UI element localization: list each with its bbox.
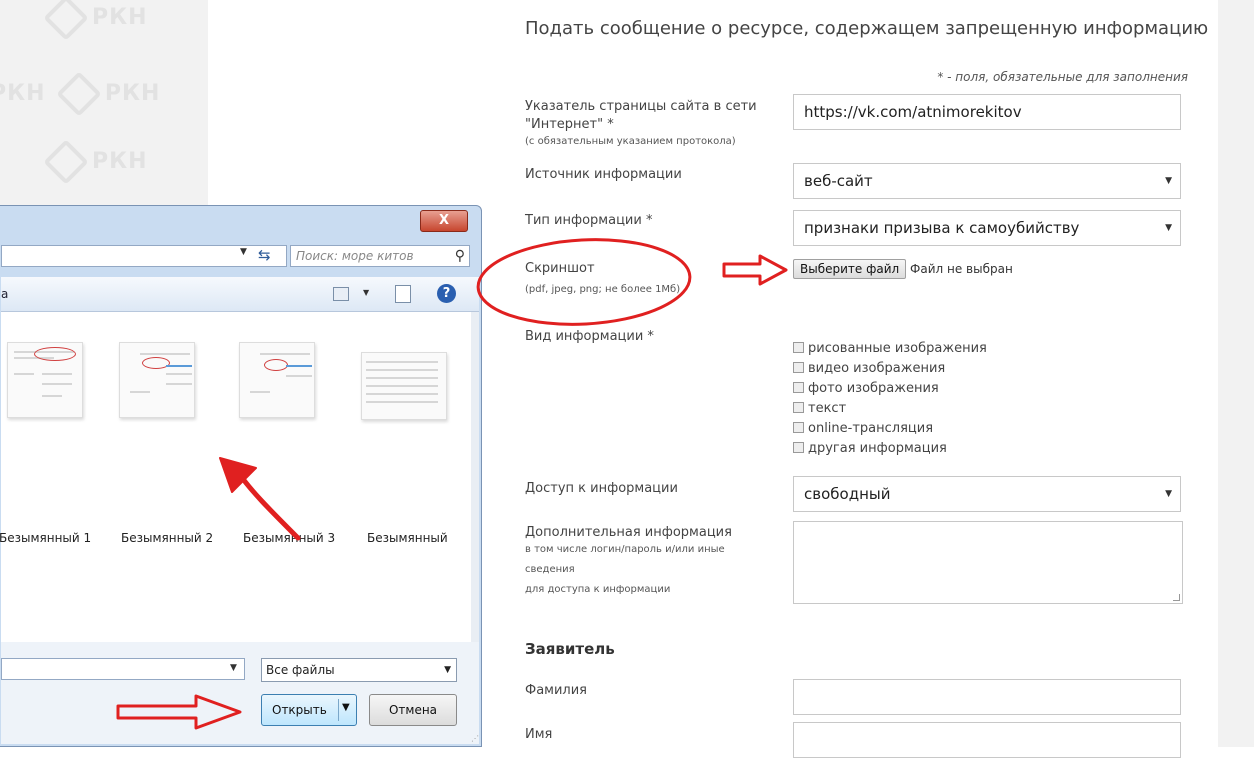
choose-file-button[interactable]: Выберите файл	[793, 259, 907, 279]
resize-grip-icon[interactable]: ⋰	[471, 734, 479, 743]
chevron-down-icon[interactable]: ▼	[363, 288, 369, 297]
watermark-text: РКН РКН	[0, 71, 160, 117]
screenshot-label: Скриншот (pdf, jpeg, png; не более 1Мб)	[525, 261, 681, 295]
watermark-text: РКН	[43, 139, 148, 185]
file-name[interactable]: Безымянный	[367, 531, 448, 545]
kind-option[interactable]: рисованные изображения	[793, 339, 987, 359]
page-title: Подать сообщение о ресурсе, содержащем з…	[525, 18, 1209, 39]
file-status: Файл не выбран	[910, 262, 1013, 276]
firstname-input[interactable]	[793, 722, 1181, 758]
checkbox-icon[interactable]	[793, 342, 804, 353]
url-input[interactable]: https://vk.com/atnimorekitov	[793, 94, 1181, 130]
watermark-right	[1218, 0, 1254, 747]
source-label: Источник информации	[525, 167, 682, 182]
type-select[interactable]: признаки призыва к самоубийству	[793, 210, 1181, 246]
close-button[interactable]: X	[420, 210, 468, 232]
refresh-icon[interactable]: ⇆	[258, 246, 271, 264]
applicant-heading: Заявитель	[525, 640, 615, 658]
source-select[interactable]: веб-сайт	[793, 163, 1181, 199]
file-name[interactable]: Безымянный 3	[243, 531, 335, 545]
required-note: * - поля, обязательные для заполнения	[937, 70, 1188, 84]
watermark-text: РКН	[43, 0, 148, 41]
rkn-logo-icon	[43, 139, 89, 185]
kind-option[interactable]: видео изображения	[793, 359, 987, 379]
checkbox-icon[interactable]	[793, 442, 804, 453]
access-select[interactable]: свободный	[793, 476, 1181, 512]
access-label: Доступ к информации	[525, 481, 678, 496]
preview-pane-icon[interactable]	[395, 285, 411, 303]
kind-checkboxes: рисованные изображения видео изображения…	[793, 339, 987, 459]
file-thumbnail[interactable]	[119, 342, 195, 418]
file-name[interactable]: Безымянный 2	[121, 531, 213, 545]
lastname-input[interactable]	[793, 679, 1181, 715]
filename-input[interactable]	[1, 658, 245, 680]
extra-textarea[interactable]	[793, 521, 1183, 604]
dialog-toolbar: а ▼ ?	[1, 277, 479, 312]
annotation-arrow-right	[722, 254, 788, 286]
kind-option[interactable]: текст	[793, 399, 987, 419]
file-thumbnail[interactable]	[361, 352, 447, 420]
file-thumbnail[interactable]	[7, 342, 83, 418]
chevron-down-icon[interactable]: ▼	[342, 702, 350, 713]
checkbox-icon[interactable]	[793, 362, 804, 373]
help-icon[interactable]: ?	[437, 284, 456, 303]
kind-option[interactable]: online-трансляция	[793, 419, 987, 439]
firstname-label: Имя	[525, 727, 553, 742]
toolbar-label[interactable]: а	[1, 287, 8, 301]
file-thumbnail[interactable]	[239, 342, 315, 418]
search-input[interactable]: Поиск: море китов ⚲	[290, 245, 470, 267]
filetype-select[interactable]: Все файлы ▼	[261, 658, 457, 682]
view-icon[interactable]	[333, 287, 349, 301]
checkbox-icon[interactable]	[793, 382, 804, 393]
chevron-down-icon[interactable]: ▼	[240, 247, 247, 257]
rkn-logo-icon	[43, 0, 89, 41]
open-file-dialog: X ▼ ⇆ Поиск: море китов ⚲ а ▼ ? Безымянн…	[0, 205, 482, 747]
kind-option[interactable]: фото изображения	[793, 379, 987, 399]
file-name[interactable]: Безымянный 1	[0, 531, 91, 545]
rkn-logo-icon	[56, 71, 102, 117]
file-upload: Выберите файл Файл не выбран	[793, 259, 1013, 279]
lastname-label: Фамилия	[525, 683, 587, 698]
kind-label: Вид информации *	[525, 329, 654, 344]
checkbox-icon[interactable]	[793, 422, 804, 433]
url-label: Указатель страницы сайта в сети "Интерне…	[525, 99, 757, 147]
extra-label: Дополнительная информация в том числе ло…	[525, 525, 732, 595]
type-label: Тип информации *	[525, 213, 653, 228]
cancel-button[interactable]: Отмена	[369, 694, 457, 726]
open-button[interactable]: Открыть ▼	[261, 694, 357, 726]
search-icon[interactable]: ⚲	[455, 246, 465, 266]
kind-option[interactable]: другая информация	[793, 439, 987, 459]
chevron-down-icon: ▼	[444, 665, 451, 675]
chevron-down-icon[interactable]: ▼	[230, 663, 237, 673]
dialog-footer: ▼ Все файлы ▼ Открыть ▼ Отмена ⋰	[1, 642, 479, 744]
checkbox-icon[interactable]	[793, 402, 804, 413]
